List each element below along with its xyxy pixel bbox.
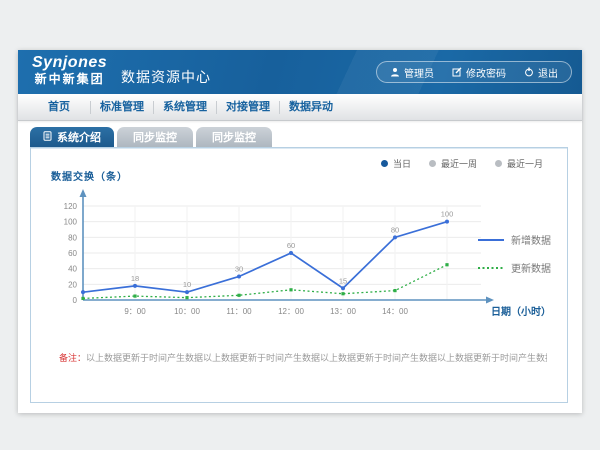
- app-window: Synjones 新中新集团 数据资源中心 管理员修改密码退出 首页标准管理系统…: [18, 50, 582, 413]
- logo-text-en: Synjones: [32, 54, 107, 72]
- svg-text:60: 60: [68, 249, 77, 258]
- legend-item: 更新数据: [478, 260, 551, 275]
- radio-dot: [429, 160, 436, 167]
- time-range-filters: 当日 最近一周 最近一月: [381, 157, 543, 170]
- legend-item: 新增数据: [478, 232, 551, 247]
- radio-dot: [381, 160, 388, 167]
- tab-label: 同步监控: [212, 129, 256, 145]
- chart-panel: 当日 最近一周 最近一月 数据交换（条） 0 20 40 60 80 100 120 9：00 10…: [30, 147, 568, 403]
- svg-text:80: 80: [68, 233, 77, 242]
- line-chart: 0 20 40 60 80 100 120 9：00 10：00 11：00 12：00 13：00 1…: [41, 182, 501, 332]
- filter-label: 最近一周: [441, 157, 477, 170]
- svg-text:13：00: 13：00: [330, 307, 356, 316]
- edit-icon: [452, 67, 462, 77]
- nav-item[interactable]: 标准管理: [91, 94, 153, 120]
- svg-text:10: 10: [183, 280, 191, 289]
- svg-text:0: 0: [73, 296, 78, 305]
- logo-text-cn: 新中新集团: [32, 72, 107, 87]
- legend-label: 更新数据: [511, 260, 551, 275]
- legend-line-sample: [478, 237, 504, 243]
- note-text: 以上数据更新于时间产生数据以上数据更新于时间产生数据以上数据更新于时间产生数据以…: [86, 353, 547, 363]
- footer-note: 备注：以上数据更新于时间产生数据以上数据更新于时间产生数据以上数据更新于时间产生…: [59, 351, 547, 364]
- svg-text:120: 120: [64, 202, 78, 211]
- tab[interactable]: 系统介绍: [30, 127, 114, 147]
- note-prefix: 备注：: [59, 353, 86, 363]
- filter-radio[interactable]: 最近一周: [429, 157, 477, 170]
- doc-icon: [43, 131, 52, 144]
- svg-text:11：00: 11：00: [226, 307, 252, 316]
- app-header: Synjones 新中新集团 数据资源中心 管理员 修改密码 退出: [18, 50, 582, 94]
- user-icon: [390, 67, 400, 77]
- user-menu: 管理员 修改密码 退出: [376, 61, 572, 83]
- user-menu-item[interactable]: 修改密码: [443, 65, 515, 80]
- user-menu-item[interactable]: 退出: [515, 65, 567, 80]
- svg-text:18: 18: [131, 274, 139, 283]
- nav-item[interactable]: 系统管理: [154, 94, 216, 120]
- tab-bar: 系统介绍 同步监控 同步监控: [30, 127, 568, 147]
- app-title: 数据资源中心: [121, 67, 211, 87]
- x-axis-title: 日期（小时）: [491, 303, 551, 318]
- filter-label: 最近一月: [507, 157, 543, 170]
- svg-text:12：00: 12：00: [278, 307, 304, 316]
- svg-text:100: 100: [64, 218, 78, 227]
- svg-text:10：00: 10：00: [174, 307, 200, 316]
- main-content: 系统介绍 同步监控 同步监控 当日 最近一周 最近一月 数据交换（条） 0 20 40 60 8…: [18, 121, 582, 403]
- svg-text:20: 20: [68, 280, 77, 289]
- company-logo: Synjones 新中新集团: [32, 54, 107, 87]
- main-nav: 首页标准管理系统管理对接管理数据异动: [18, 94, 582, 121]
- svg-text:30: 30: [235, 265, 243, 274]
- tab-label: 同步监控: [133, 129, 177, 145]
- nav-item[interactable]: 对接管理: [217, 94, 279, 120]
- user-menu-label: 修改密码: [466, 65, 506, 80]
- nav-item[interactable]: 数据异动: [280, 94, 342, 120]
- svg-text:9：00: 9：00: [124, 307, 146, 316]
- svg-text:15: 15: [339, 276, 347, 285]
- series-legend: 新增数据更新数据: [478, 232, 551, 275]
- radio-dot: [495, 160, 502, 167]
- svg-text:40: 40: [68, 265, 77, 274]
- filter-label: 当日: [393, 157, 411, 170]
- nav-item[interactable]: 首页: [28, 94, 90, 120]
- svg-text:100: 100: [441, 210, 454, 219]
- filter-radio[interactable]: 最近一月: [495, 157, 543, 170]
- tab-label: 系统介绍: [57, 129, 101, 145]
- svg-text:14：00: 14：00: [382, 307, 408, 316]
- user-menu-item[interactable]: 管理员: [381, 65, 443, 80]
- power-icon: [524, 67, 534, 77]
- svg-text:80: 80: [391, 225, 399, 234]
- svg-text:60: 60: [287, 241, 295, 250]
- user-menu-label: 退出: [538, 65, 558, 80]
- user-menu-label: 管理员: [404, 65, 434, 80]
- tab[interactable]: 同步监控: [196, 127, 272, 147]
- y-axis-title: 数据交换（条）: [51, 168, 128, 183]
- tab[interactable]: 同步监控: [117, 127, 193, 147]
- legend-label: 新增数据: [511, 232, 551, 247]
- filter-radio[interactable]: 当日: [381, 157, 411, 170]
- legend-line-sample: [478, 265, 504, 271]
